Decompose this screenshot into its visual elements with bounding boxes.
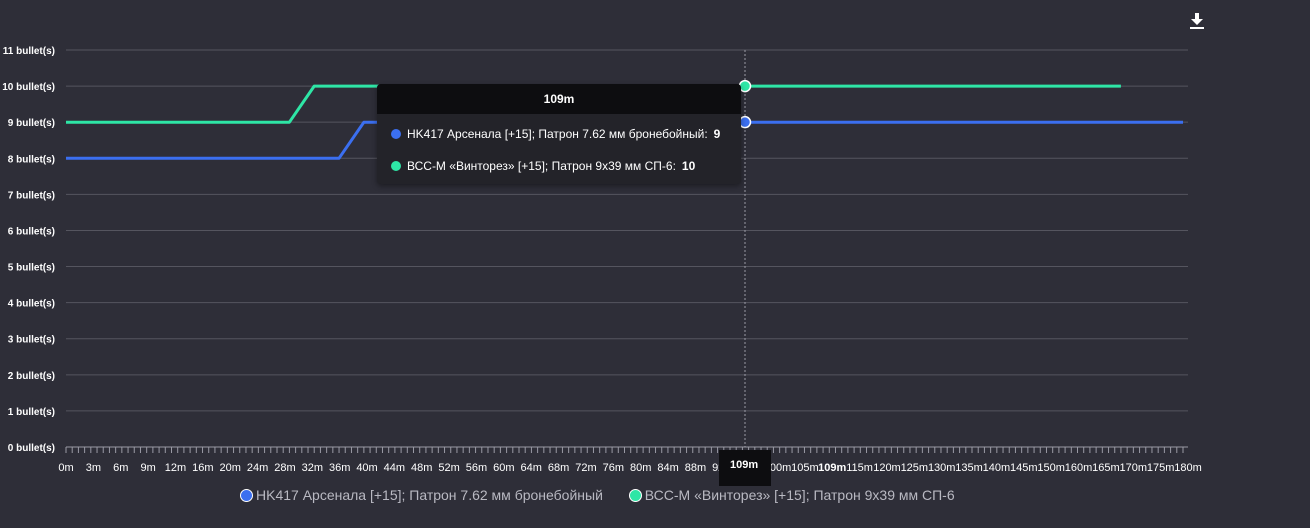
- x-tick-label: 120m: [873, 462, 901, 474]
- x-tick-label: 36m: [329, 462, 350, 474]
- y-tick-label: 0 bullet(s): [8, 443, 55, 454]
- x-tick-label: 88m: [685, 462, 706, 474]
- legend-item[interactable]: ВСС-М «Винторез» [+15]; Патрон 9х39 мм С…: [628, 487, 955, 503]
- x-tick-label: 140m: [983, 462, 1011, 474]
- y-tick-label: 8 bullet(s): [8, 154, 55, 165]
- y-tick-label: 4 bullet(s): [8, 299, 55, 310]
- x-tick-label: 109m: [818, 462, 846, 474]
- tooltip-title: 109m: [377, 84, 741, 114]
- tooltip-series-value: 10: [681, 159, 696, 173]
- y-tick-label: 9 bullet(s): [8, 118, 55, 129]
- x-tick-label: 180m: [1174, 462, 1202, 474]
- x-tick-label: 3m: [86, 462, 101, 474]
- x-tick-label: 6m: [113, 462, 128, 474]
- x-tick-label: 56m: [466, 462, 487, 474]
- legend-label: ВСС-М «Винторез» [+15]; Патрон 9х39 мм С…: [644, 487, 955, 503]
- tooltip-series-label: ВСС-М «Винторез» [+15]; Патрон 9х39 мм С…: [407, 159, 676, 173]
- x-axis: [65, 446, 1188, 453]
- x-tick-label: 145m: [1010, 462, 1038, 474]
- x-tick-label: 48m: [411, 462, 432, 474]
- x-tick-label: 130m: [928, 462, 956, 474]
- x-axis-labels: 0m 3m 6m 9m 12m 16m 20m 24m 28m 32m 36m 40m 44m 48m 52…: [58, 462, 1201, 474]
- y-tick-label: 6 bullet(s): [8, 226, 55, 237]
- x-tick-label: 160m: [1065, 462, 1093, 474]
- tooltip-row: ВСС-М «Винторез» [+15]; Патрон 9х39 мм С…: [391, 158, 695, 174]
- x-tick-label: 72m: [575, 462, 596, 474]
- legend-color-dot: [628, 488, 642, 502]
- tooltip-series-value: 9: [713, 127, 721, 141]
- highlight-point: [738, 79, 752, 93]
- y-tick-label: 11 bullet(s): [3, 46, 55, 57]
- y-axis-labels: 0 bullet(s) 1 bullet(s) 2 bullet(s) 3 bulle…: [2, 46, 55, 454]
- x-tick-label: 68m: [548, 462, 569, 474]
- tooltip-series-dot: [391, 128, 401, 139]
- x-tick-label: 0m: [58, 462, 73, 474]
- x-tick-label: 150m: [1037, 462, 1065, 474]
- y-tick-label: 2 bullet(s): [8, 371, 55, 382]
- x-tick-label: 170m: [1120, 462, 1148, 474]
- x-tick-label: 32m: [302, 462, 323, 474]
- tooltip-series-dot: [391, 160, 401, 171]
- x-tick-label: 165m: [1092, 462, 1120, 474]
- download-icon[interactable]: [1190, 13, 1204, 29]
- x-tick-label: 24m: [247, 462, 268, 474]
- x-tick-label: 80m: [630, 462, 651, 474]
- y-tick-label: 1 bullet(s): [8, 407, 55, 418]
- legend-item[interactable]: HK417 Арсенала [+15]; Патрон 7.62 мм бро…: [240, 487, 603, 503]
- y-tick-label: 5 bullet(s): [8, 263, 55, 274]
- x-tick-label: 175m: [1147, 462, 1175, 474]
- y-tick-label: 3 bullet(s): [8, 335, 55, 346]
- x-tick-label: 40m: [356, 462, 377, 474]
- x-tick-label: 52m: [438, 462, 459, 474]
- line-chart: 0 bullet(s) 1 bullet(s) 2 bullet(s) 3 bulle…: [2, 46, 1202, 474]
- x-tick-label: 125m: [901, 462, 929, 474]
- x-tick-label: 135m: [955, 462, 983, 474]
- x-tick-label: 115m: [846, 462, 873, 474]
- tooltip-row: HK417 Арсенала [+15]; Патрон 7.62 мм бро…: [391, 126, 720, 142]
- x-tick-label: 44m: [384, 462, 405, 474]
- x-tick-label: 64m: [521, 462, 542, 474]
- highlight-points: [738, 79, 752, 129]
- x-tick-label: 20m: [219, 462, 240, 474]
- x-tick-label: 28m: [274, 462, 295, 474]
- x-tick-label: 84m: [657, 462, 678, 474]
- y-tick-label: 7 bullet(s): [8, 190, 55, 201]
- crosshair-x-label: 109m: [730, 459, 759, 471]
- legend-color-dot: [240, 488, 253, 502]
- chart-legend: HK417 Арсенала [+15]; Патрон 7.62 мм бро…: [240, 487, 977, 503]
- x-tick-label: 60m: [493, 462, 514, 474]
- x-tick-label: 105m: [791, 462, 819, 474]
- chart-tooltip: 109m HK417 Арсенала [+15]; Патрон 7.62 м…: [377, 84, 741, 184]
- y-tick-label: 10 bullet(s): [2, 82, 55, 93]
- legend-label: HK417 Арсенала [+15]; Патрон 7.62 мм бро…: [256, 487, 603, 503]
- x-tick-label: 12m: [165, 462, 186, 474]
- x-tick-label: 16m: [192, 462, 213, 474]
- x-tick-label: 9m: [140, 462, 155, 474]
- x-tick-label: 76m: [603, 462, 624, 474]
- highlight-point: [738, 115, 752, 129]
- crosshair-x-badge: 109m: [719, 450, 771, 486]
- tooltip-series-label: HK417 Арсенала [+15]; Патрон 7.62 мм бро…: [407, 127, 708, 141]
